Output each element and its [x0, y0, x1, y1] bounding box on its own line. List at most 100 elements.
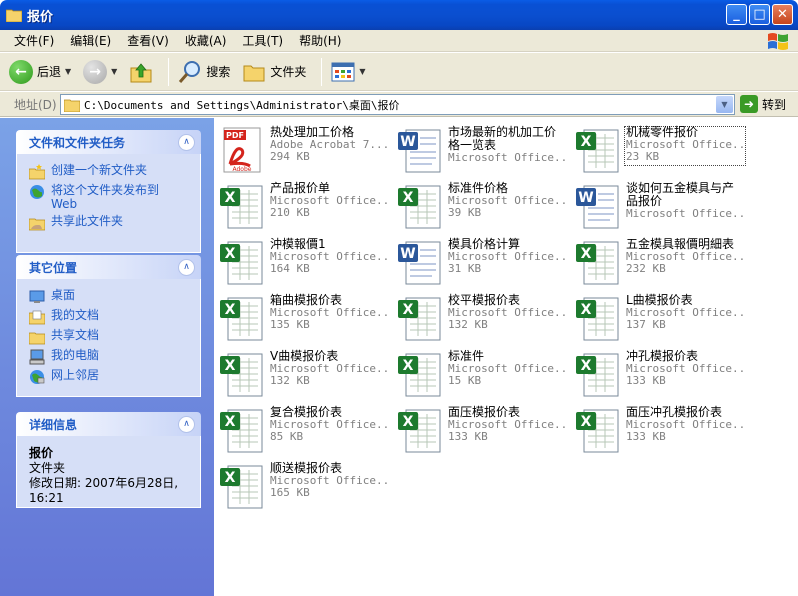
svg-text:X: X [225, 470, 236, 486]
word-file-icon: W [398, 129, 441, 173]
file-size: 232 KB [626, 262, 666, 275]
file-item[interactable]: X L曲模报价表 Microsoft Office... 137 KB [570, 290, 746, 342]
search-button[interactable]: 搜索 [175, 56, 233, 88]
file-item[interactable]: X 机械零件报价 Microsoft Office... 23 KB [570, 122, 746, 174]
place-shared-documents[interactable]: 共享文档 [29, 328, 190, 345]
my-documents-icon [29, 310, 45, 325]
file-size: 15 KB [448, 374, 482, 387]
excel-file-icon: X [220, 185, 263, 229]
word-file-icon: W [398, 241, 441, 285]
file-item[interactable]: X 校平模报价表 Microsoft Office... 132 KB [392, 290, 568, 342]
folders-label: 文件夹 [270, 65, 307, 79]
svg-text:X: X [581, 358, 592, 374]
file-name: 谈如何五金模具与产品报价 [626, 181, 735, 208]
file-name: 沖模報價1 [270, 237, 326, 251]
file-size: 85 KB [270, 430, 304, 443]
file-item[interactable]: X 冲孔模报价表 Microsoft Office... 133 KB [570, 346, 746, 398]
search-label: 搜索 [206, 65, 231, 79]
file-type: Microsoft Office... [626, 208, 744, 220]
details-modified: 修改日期: 2007年6月28日, 16:21 [29, 476, 179, 505]
windows-logo-icon [768, 33, 788, 50]
menu-tools[interactable]: 工具(T) [234, 32, 291, 49]
file-list[interactable]: PDF Adobe 热处理加工价格 Adobe Acrobat 7.... 294 KB… [214, 118, 798, 596]
go-label: 转到 [762, 97, 787, 112]
task-new-folder[interactable]: 创建一个新文件夹 [29, 163, 190, 180]
file-size: 132 KB [448, 318, 488, 331]
file-size: 164 KB [270, 262, 310, 275]
file-name: 市场最新的机加工价格一览表 [448, 125, 557, 152]
file-item[interactable]: X 标准件价格 Microsoft Office... 39 KB [392, 178, 568, 230]
toolbar-separator [321, 57, 323, 86]
file-item[interactable]: X 沖模報價1 Microsoft Office... 164 KB [214, 234, 390, 286]
toolbar-separator [168, 57, 170, 86]
svg-text:X: X [225, 358, 236, 374]
collapse-icon[interactable]: ∧ [178, 258, 195, 276]
excel-file-icon: X [220, 409, 263, 453]
place-desktop[interactable]: 桌面 [29, 288, 190, 305]
file-item[interactable]: W 模具价格计算 Microsoft Office... 31 KB [392, 234, 568, 286]
excel-file-icon: X [220, 241, 263, 285]
file-item[interactable]: X 面压冲孔模报价表 Microsoft Office... 133 KB [570, 402, 746, 454]
file-item[interactable]: X 产品报价单 Microsoft Office... 210 KB [214, 178, 390, 230]
up-button[interactable] [126, 56, 156, 88]
file-name: 模具价格计算 [448, 237, 521, 251]
pdf-file-icon: PDF Adobe [223, 127, 261, 173]
address-dropdown-icon[interactable]: ▼ [716, 96, 733, 113]
address-input[interactable]: C:\Documents and Settings\Administrator\… [60, 94, 735, 115]
views-button[interactable]: ▼ [328, 56, 368, 88]
forward-button[interactable]: → ▼ [80, 56, 120, 88]
file-type: Microsoft Office... [448, 152, 566, 164]
address-bar: 地址(D) C:\Documents and Settings\Administ… [0, 92, 798, 117]
file-item[interactable]: W 市场最新的机加工价格一览表 Microsoft Office... [392, 122, 568, 174]
back-dropdown-icon[interactable]: ▼ [65, 67, 71, 76]
menu-favorites[interactable]: 收藏(A) [177, 32, 235, 49]
file-item[interactable]: X 面压模报价表 Microsoft Office... 133 KB [392, 402, 568, 454]
file-item[interactable]: X 标准件 Microsoft Office... 15 KB [392, 346, 568, 398]
file-name: 面压模报价表 [448, 405, 521, 419]
views-dropdown-icon[interactable]: ▼ [359, 67, 365, 76]
tasks-panel-header[interactable]: 文件和文件夹任务 ∧ [16, 130, 201, 154]
menu-view[interactable]: 查看(V) [119, 32, 177, 49]
window-title: 报价 [27, 9, 54, 25]
file-item[interactable]: X V曲模报价表 Microsoft Office... 132 KB [214, 346, 390, 398]
file-item[interactable]: X 复合模报价表 Microsoft Office... 85 KB [214, 402, 390, 454]
go-arrow-icon: ➜ [740, 95, 758, 113]
maximize-button[interactable]: □ [749, 4, 770, 25]
excel-file-icon: X [398, 409, 441, 453]
task-share-folder[interactable]: 共享此文件夹 [29, 214, 190, 231]
file-size: 23 KB [626, 150, 660, 163]
collapse-icon[interactable]: ∧ [178, 415, 195, 433]
menu-help[interactable]: 帮助(H) [291, 32, 349, 49]
title-bar[interactable]: 报价 _ □ ✕ [0, 0, 798, 30]
file-item[interactable]: W 谈如何五金模具与产品报价 Microsoft Office... [570, 178, 746, 230]
close-button[interactable]: ✕ [772, 4, 793, 25]
place-network[interactable]: 网上邻居 [29, 368, 190, 385]
file-size: 137 KB [626, 318, 666, 331]
forward-dropdown-icon[interactable]: ▼ [111, 67, 117, 76]
views-icon [331, 62, 355, 81]
file-size: 133 KB [448, 430, 488, 443]
place-my-computer[interactable]: 我的电脑 [29, 348, 190, 365]
file-item[interactable]: X 五金模具報價明細表 Microsoft Office... 232 KB [570, 234, 746, 286]
menu-edit[interactable]: 编辑(E) [62, 32, 119, 49]
excel-file-icon: X [398, 353, 441, 397]
file-item[interactable]: X 顺送模报价表 Microsoft Office... 165 KB [214, 458, 390, 510]
back-button[interactable]: ← 后退 ▼ [6, 56, 74, 88]
file-item[interactable]: PDF Adobe 热处理加工价格 Adobe Acrobat 7.... 294 KB [214, 122, 390, 174]
svg-text:X: X [403, 414, 414, 430]
address-label: 地址(D) [14, 97, 57, 112]
place-my-documents[interactable]: 我的文档 [29, 308, 190, 325]
file-item[interactable]: X 箱曲模报价表 Microsoft Office... 135 KB [214, 290, 390, 342]
svg-text:X: X [225, 414, 236, 430]
menu-file[interactable]: 文件(F) [6, 32, 62, 49]
minimize-button[interactable]: _ [726, 4, 747, 25]
svg-text:X: X [403, 358, 414, 374]
details-panel-header[interactable]: 详细信息 ∧ [16, 412, 201, 436]
collapse-icon[interactable]: ∧ [178, 133, 195, 151]
places-panel-header[interactable]: 其它位置 ∧ [16, 255, 201, 279]
folders-button[interactable]: 文件夹 [239, 56, 309, 88]
folders-icon [243, 65, 265, 81]
go-button[interactable]: ➜ 转到 [740, 95, 786, 113]
search-icon [179, 60, 201, 83]
task-publish-web[interactable]: 将这个文件夹发布到 Web [29, 183, 190, 211]
